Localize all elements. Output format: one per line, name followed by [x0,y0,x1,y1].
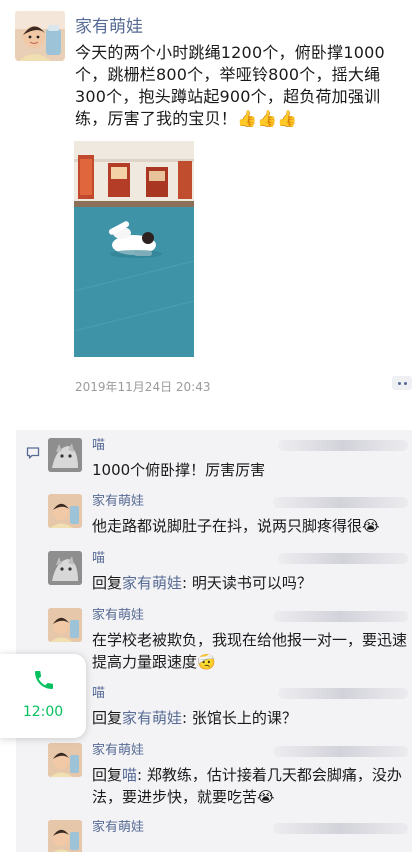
moments-post: 家有萌娃 今天的两个小时跳绳1200个，俯卧撑1000个，跳栅栏800个，举哑铃… [0,0,412,420]
comment-author[interactable]: 家有萌娃 [92,743,144,759]
blurred-text [278,553,408,564]
blurred-text [273,497,408,508]
thumbs-up-emoji: 👍👍👍 [237,109,298,128]
reply-label: 回复 [92,574,123,592]
comment-item[interactable]: 家有萌娃 [48,820,408,852]
author-avatar[interactable] [15,11,65,61]
blurred-text [273,611,408,622]
reply-label: 回复 [92,766,123,784]
cat-avatar[interactable] [48,551,82,585]
cat-avatar[interactable] [48,438,82,472]
comment-text: 回复家有萌娃: 张馆长上的课？ [92,707,410,729]
comment-text: 回复喵: 郑教练，估计接着几天都会脚痛，没办法，要进步快，就要吃苦😭 [92,764,410,808]
more-actions-button[interactable] [392,376,412,390]
reply-label: 回复 [92,709,123,727]
comment-icon [26,447,40,459]
blurred-text [278,688,408,699]
post-text: 今天的两个小时跳绳1200个，俯卧撑1000个，跳栅栏800个，举哑铃800个，… [75,42,409,130]
post-timestamp: 2019年11月24日 20:43 [75,380,211,394]
kid-avatar[interactable] [48,820,82,852]
comment-text: 他走路都说脚肚子在抖，说两只脚疼得很😭 [92,517,380,535]
reply-target[interactable]: 喵 [122,766,137,784]
author-name[interactable]: 家有萌娃 [75,12,143,37]
kid-avatar[interactable] [48,743,82,777]
comment-author[interactable]: 喵 [92,686,105,702]
kid-avatar[interactable] [48,608,82,642]
post-body: 今天的两个小时跳绳1200个，俯卧撑1000个，跳栅栏800个，举哑铃800个，… [75,43,385,128]
blurred-text [278,440,408,451]
kid-avatar[interactable] [48,494,82,528]
reply-body: : 郑教练，估计接着几天都会脚痛，没办法，要进步快，就要吃苦😭 [92,766,402,806]
comment-author[interactable]: 家有萌娃 [92,494,144,510]
reply-body: : 明天读书可以吗？ [182,574,312,592]
comment-author[interactable]: 家有萌娃 [92,608,144,624]
comment-text: 在学校老被欺负，我现在给他报一对一，要迅速提高力量跟速度🤕 [92,631,408,671]
blurred-text [273,823,408,834]
post-photo[interactable] [74,141,194,357]
reply-target[interactable]: 家有萌娃 [122,709,182,727]
call-duration: 12:00 [22,704,64,720]
voice-call-float[interactable]: 12:00 [0,654,86,738]
blurred-text [273,746,408,757]
comment-author[interactable]: 喵 [92,438,105,454]
reply-body: : 张馆长上的课？ [182,709,297,727]
comment-text: 回复家有萌娃: 明天读书可以吗？ [92,572,410,594]
comment-author[interactable]: 家有萌娃 [92,820,144,836]
phone-icon [35,671,53,689]
comment-author[interactable]: 喵 [92,551,105,567]
comment-text: 1000个俯卧撑！厉害厉害 [92,461,266,479]
reply-target[interactable]: 家有萌娃 [122,574,182,592]
